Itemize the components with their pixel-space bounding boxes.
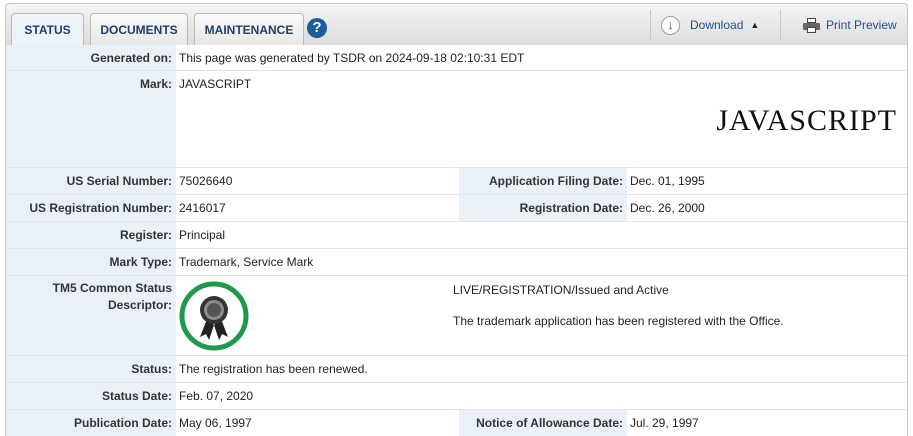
tab-status[interactable]: STATUS (11, 13, 84, 48)
tm5-label-line2: Descriptor: (107, 298, 172, 312)
mark-drawing: JAVASCRIPT (716, 104, 897, 137)
row-generated-on: Generated on: This page was generated by… (6, 45, 907, 71)
publication-date-value: May 06, 1997 (179, 416, 252, 430)
status-panel: Generated on: This page was generated by… (5, 45, 908, 436)
generated-on-label: Generated on: (6, 45, 176, 70)
registration-date-label: Registration Date: (459, 195, 627, 221)
download-button[interactable]: ↓ Download ▲ (661, 9, 759, 41)
row-mark: Mark: JAVASCRIPT JAVASCRIPT (6, 71, 907, 168)
status-value: The registration has been renewed. (179, 362, 368, 376)
row-serial: US Serial Number: 75026640 Application F… (6, 168, 907, 195)
allowance-date-label: Notice of Allowance Date: (459, 410, 627, 436)
generated-on-value: This page was generated by TSDR on 2024-… (179, 51, 525, 65)
download-label: Download (690, 18, 744, 32)
toolbar-separator (780, 10, 781, 40)
caret-up-icon: ▲ (750, 20, 760, 30)
publication-date-label: Publication Date: (6, 410, 176, 436)
status-date-label: Status Date: (6, 383, 176, 409)
mark-type-label: Mark Type: (6, 249, 176, 275)
print-preview-button[interactable]: Print Preview (803, 9, 897, 41)
register-value: Principal (179, 228, 226, 242)
mark-type-value: Trademark, Service Mark (179, 255, 314, 269)
row-status-date: Status Date: Feb. 07, 2020 (6, 383, 907, 410)
status-date-value: Feb. 07, 2020 (179, 389, 254, 403)
registration-number-value: 2416017 (179, 201, 226, 215)
download-arrow-icon: ↓ (661, 15, 680, 35)
mark-value: JAVASCRIPT (179, 77, 252, 91)
help-icon[interactable]: ? (307, 18, 327, 38)
allowance-date-value: Jul. 29, 1997 (630, 416, 699, 430)
tab-documents[interactable]: DOCUMENTS (90, 13, 188, 47)
tm5-label: TM5 Common Status Descriptor: (6, 276, 176, 355)
tab-bar: STATUS DOCUMENTS MAINTENANCE ? ↓ Downloa… (5, 3, 908, 48)
row-mark-type: Mark Type: Trademark, Service Mark (6, 249, 907, 276)
printer-icon (803, 17, 820, 33)
print-preview-label: Print Preview (826, 18, 897, 32)
row-status: Status: The registration has been renewe… (6, 356, 907, 383)
registered-ribbon-icon (179, 281, 249, 351)
registration-number-label: US Registration Number: (6, 195, 176, 221)
row-publication: Publication Date: May 06, 1997 Notice of… (6, 410, 907, 436)
filing-date-value: Dec. 01, 1995 (630, 174, 705, 188)
row-tm5: TM5 Common Status Descriptor: LIVE/REGIS… (6, 276, 907, 356)
row-register: Register: Principal (6, 222, 907, 249)
status-label: Status: (6, 356, 176, 382)
register-label: Register: (6, 222, 176, 248)
tm5-status-line: LIVE/REGISTRATION/Issued and Active (453, 283, 669, 297)
serial-label: US Serial Number: (6, 168, 176, 194)
tm5-label-line1: TM5 Common Status (52, 281, 172, 295)
filing-date-label: Application Filing Date: (459, 168, 627, 194)
row-registration: US Registration Number: 2416017 Registra… (6, 195, 907, 222)
tab-maintenance[interactable]: MAINTENANCE (194, 13, 304, 47)
toolbar-separator (650, 10, 651, 40)
mark-label: Mark: (6, 71, 176, 167)
serial-value: 75026640 (179, 174, 233, 188)
registration-date-value: Dec. 26, 2000 (630, 201, 705, 215)
tm5-description: The trademark application has been regis… (453, 314, 784, 328)
